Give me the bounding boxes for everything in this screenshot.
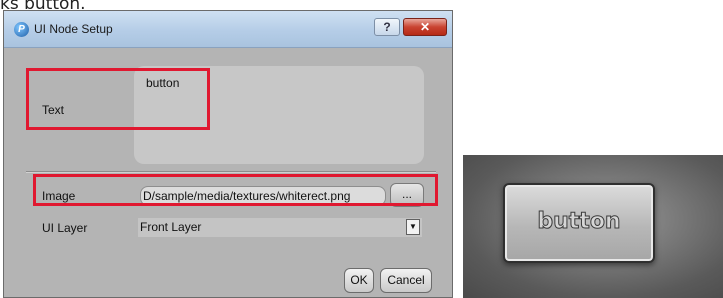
preview-button: button	[503, 183, 655, 263]
ui-node-setup-dialog: P UI Node Setup ? ✕ button Text Image D/…	[3, 10, 453, 298]
close-button[interactable]: ✕	[403, 18, 447, 36]
ok-button[interactable]: OK	[344, 268, 374, 293]
ui-layer-label: UI Layer	[42, 221, 88, 235]
app-logo-icon: P	[14, 22, 29, 37]
divider	[26, 171, 436, 173]
chevron-down-icon[interactable]: ▼	[406, 219, 420, 235]
button-preview-image: button	[463, 155, 723, 298]
title-bar[interactable]: P UI Node Setup ? ✕	[4, 11, 452, 48]
cancel-button[interactable]: Cancel	[380, 268, 432, 293]
preview-button-label: button	[537, 209, 621, 235]
highlight-box-image	[33, 174, 438, 206]
ui-layer-select[interactable]: Front Layer	[138, 218, 422, 237]
help-button[interactable]: ?	[374, 18, 400, 36]
highlight-box-text	[26, 68, 210, 130]
dialog-title: UI Node Setup	[34, 22, 113, 36]
